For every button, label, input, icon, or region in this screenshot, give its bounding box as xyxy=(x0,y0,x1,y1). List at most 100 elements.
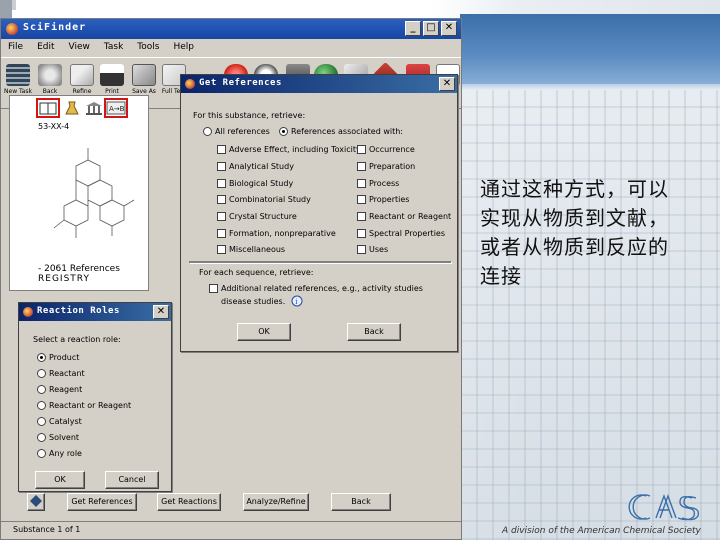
check-spectral-properties-label: Spectral Properties xyxy=(369,229,445,238)
toolbar-label-back: Back xyxy=(42,88,58,95)
check-crystal-structure-label: Crystal Structure xyxy=(229,212,297,221)
role-any-radio[interactable] xyxy=(37,449,46,458)
refine-icon xyxy=(70,64,94,86)
role-catalyst-label: Catalyst xyxy=(49,417,82,426)
check-occurrence-label: Occurrence xyxy=(369,145,415,154)
window-title: SciFinder xyxy=(23,22,87,33)
radio-references-associated[interactable] xyxy=(279,127,288,136)
commercial-building-icon[interactable] xyxy=(84,100,104,116)
role-product-label: Product xyxy=(49,353,80,362)
check-biological-study[interactable] xyxy=(217,179,226,188)
check-miscellaneous-label: Miscellaneous xyxy=(229,245,286,254)
check-preparation[interactable] xyxy=(357,162,366,171)
check-reactant-or-reagent-label: Reactant or Reagent xyxy=(369,212,452,221)
role-reagent-label: Reagent xyxy=(49,385,83,394)
get-references-titlebar: Get References ✕ xyxy=(181,75,457,93)
get-references-ok-button[interactable]: OK xyxy=(237,323,291,341)
check-uses[interactable] xyxy=(357,245,366,254)
dialog-app-icon xyxy=(23,307,33,317)
role-any-label: Any role xyxy=(49,449,82,458)
back-button[interactable]: Back xyxy=(331,493,391,511)
highlight-get-reactions xyxy=(104,98,128,118)
get-references-back-button[interactable]: Back xyxy=(347,323,401,341)
role-reagent-radio[interactable] xyxy=(37,385,46,394)
chemical-structure-drawing xyxy=(53,148,135,238)
cas-registry-number: 53-XX-4 xyxy=(38,122,70,131)
analyze-refine-button[interactable]: Analyze/Refine xyxy=(243,493,309,511)
get-references-title: Get References xyxy=(199,78,282,88)
role-reactant-or-reagent-label: Reactant or Reagent xyxy=(49,401,132,410)
check-preparation-label: Preparation xyxy=(369,162,416,171)
corner-mark-small xyxy=(12,0,16,10)
role-solvent-radio[interactable] xyxy=(37,433,46,442)
close-reaction-roles-button[interactable]: ✕ xyxy=(153,305,169,319)
radio-references-associated-label: References associated with: xyxy=(291,127,403,136)
check-properties[interactable] xyxy=(357,195,366,204)
check-adverse-effect-label: Adverse Effect, including Toxicity xyxy=(229,145,361,154)
back-icon xyxy=(38,64,62,86)
header-band xyxy=(460,14,720,84)
window-titlebar: SciFinder _ □ ✕ xyxy=(1,19,461,39)
check-crystal-structure[interactable] xyxy=(217,212,226,221)
maximize-button[interactable]: □ xyxy=(423,21,439,36)
check-combinatorial-study[interactable] xyxy=(217,195,226,204)
check-additional-related[interactable] xyxy=(209,284,218,293)
check-process[interactable] xyxy=(357,179,366,188)
get-references-button[interactable]: Get References xyxy=(67,493,137,511)
toolbar-label-new-task: New Task xyxy=(4,88,32,95)
check-biological-study-label: Biological Study xyxy=(229,179,294,188)
check-combinatorial-study-label: Combinatorial Study xyxy=(229,195,311,204)
close-get-references-button[interactable]: ✕ xyxy=(439,77,455,91)
structure-panel: A→B 53-XX-4 - 2061 References REGISTRY xyxy=(9,95,149,291)
menu-edit[interactable]: Edit xyxy=(30,40,61,56)
reaction-role-prompt: Select a reaction role: xyxy=(33,335,121,344)
radio-all-references[interactable] xyxy=(203,127,212,136)
get-reactions-button[interactable]: Get Reactions xyxy=(157,493,221,511)
check-reactant-or-reagent[interactable] xyxy=(357,212,366,221)
role-reactant-or-reagent-radio[interactable] xyxy=(37,401,46,410)
role-reactant-radio[interactable] xyxy=(37,369,46,378)
get-references-dialog: Get References ✕ For this substance, ret… xyxy=(180,74,458,352)
check-additional-related-label: Additional related references, e.g., act… xyxy=(221,284,423,293)
reaction-roles-cancel-button[interactable]: Cancel xyxy=(105,471,159,489)
check-occurrence[interactable] xyxy=(357,145,366,154)
dialog-divider xyxy=(189,261,451,263)
highlight-get-references xyxy=(36,98,60,118)
retrieve-intro: For this substance, retrieve: xyxy=(193,111,306,120)
toolbar-label-save-as: Save As xyxy=(132,88,156,95)
close-window-button[interactable]: ✕ xyxy=(441,21,457,36)
menu-view[interactable]: View xyxy=(62,40,97,56)
check-analytical-study-label: Analytical Study xyxy=(229,162,294,171)
reaction-roles-title: Reaction Roles xyxy=(37,306,120,316)
check-process-label: Process xyxy=(369,179,400,188)
corner-mark xyxy=(0,0,12,18)
role-product-radio[interactable] xyxy=(37,353,46,362)
reaction-roles-dialog: Reaction Roles ✕ Select a reaction role:… xyxy=(18,302,172,492)
structure-flask-icon[interactable] xyxy=(62,100,82,116)
menu-task[interactable]: Task xyxy=(97,40,130,56)
nav-diamond-button[interactable] xyxy=(27,493,45,511)
check-formation-nonpreparative[interactable] xyxy=(217,229,226,238)
registry-label: REGISTRY xyxy=(38,274,90,284)
minimize-button[interactable]: _ xyxy=(405,21,421,36)
new-task-icon xyxy=(6,64,30,86)
reaction-roles-ok-button[interactable]: OK xyxy=(35,471,85,489)
radio-all-references-label: All references xyxy=(215,127,270,136)
toolbar-label-print: Print xyxy=(105,88,119,95)
info-icon[interactable]: i xyxy=(291,295,303,307)
scifinder-app-icon xyxy=(6,23,18,35)
disease-studies-label: disease studies. xyxy=(221,297,286,306)
role-catalyst-radio[interactable] xyxy=(37,417,46,426)
reaction-roles-titlebar: Reaction Roles ✕ xyxy=(19,303,171,321)
check-spectral-properties[interactable] xyxy=(357,229,366,238)
check-miscellaneous[interactable] xyxy=(217,245,226,254)
menu-help[interactable]: Help xyxy=(166,40,201,56)
slide-caption: 通过这种方式，可以实现从物质到文献，或者从物质到反应的连接 xyxy=(480,177,669,288)
check-adverse-effect[interactable] xyxy=(217,145,226,154)
save-icon xyxy=(132,64,156,86)
check-analytical-study[interactable] xyxy=(217,162,226,171)
menu-tools[interactable]: Tools xyxy=(130,40,166,56)
cas-logo xyxy=(628,493,700,521)
menu-file[interactable]: File xyxy=(1,40,30,56)
status-text: Substance 1 of 1 xyxy=(13,525,81,534)
